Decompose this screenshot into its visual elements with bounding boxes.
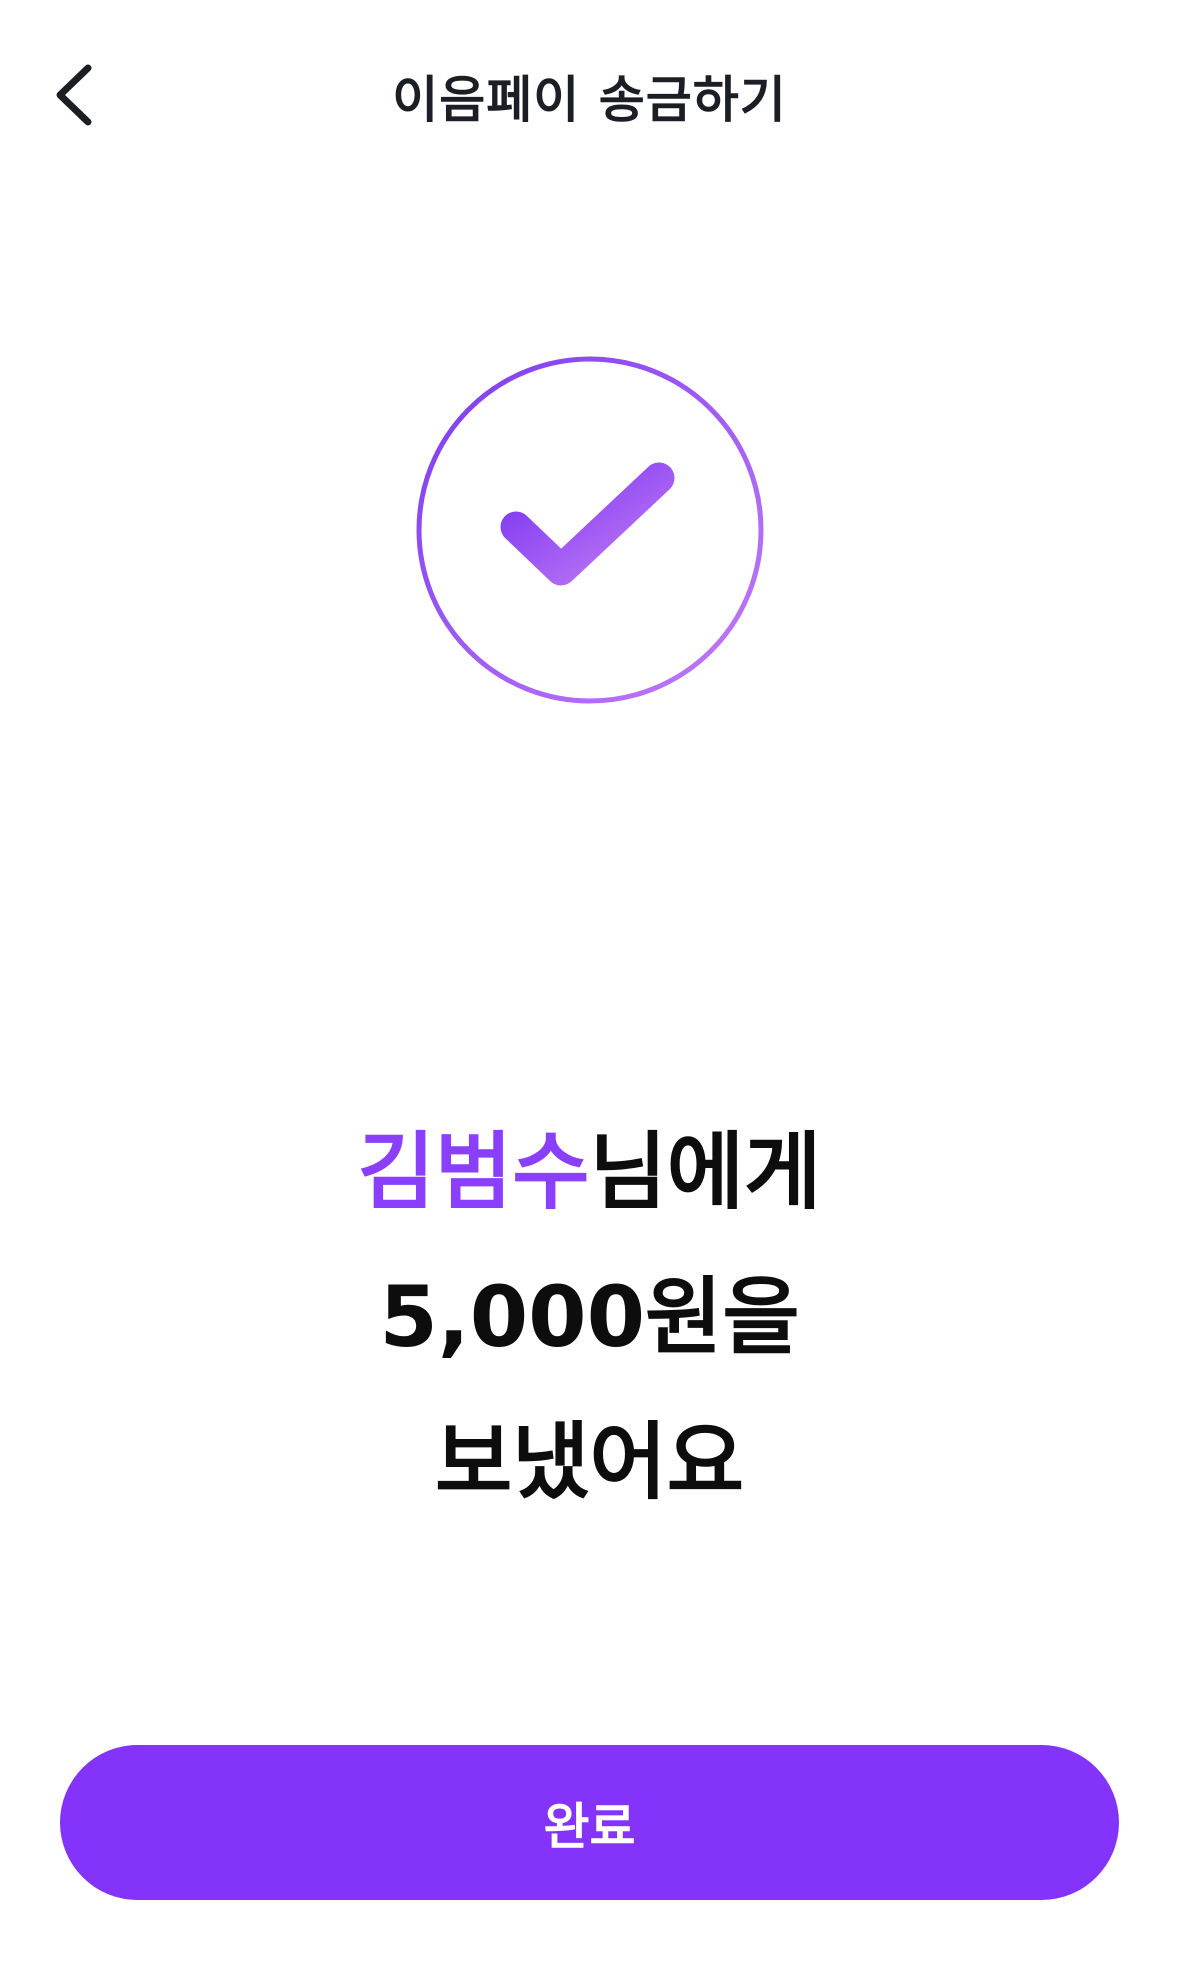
message-line-amount: 5,000원을 xyxy=(379,1268,800,1366)
message-line-recipient: 김범수님에게 xyxy=(0,1100,1179,1245)
top-bar: 이음페이 송금하기 xyxy=(0,0,1179,190)
success-message: 김범수님에게 5,000원을 보냈어요 xyxy=(0,1100,1179,1535)
recipient-suffix: 님에게 xyxy=(589,1123,822,1221)
message-line-action: 보냈어요 xyxy=(434,1413,745,1511)
done-button[interactable]: 완료 xyxy=(60,1745,1119,1900)
page-title: 이음페이 송금하기 xyxy=(392,71,787,129)
check-circle-icon xyxy=(416,356,764,704)
recipient-name: 김범수 xyxy=(357,1123,590,1221)
